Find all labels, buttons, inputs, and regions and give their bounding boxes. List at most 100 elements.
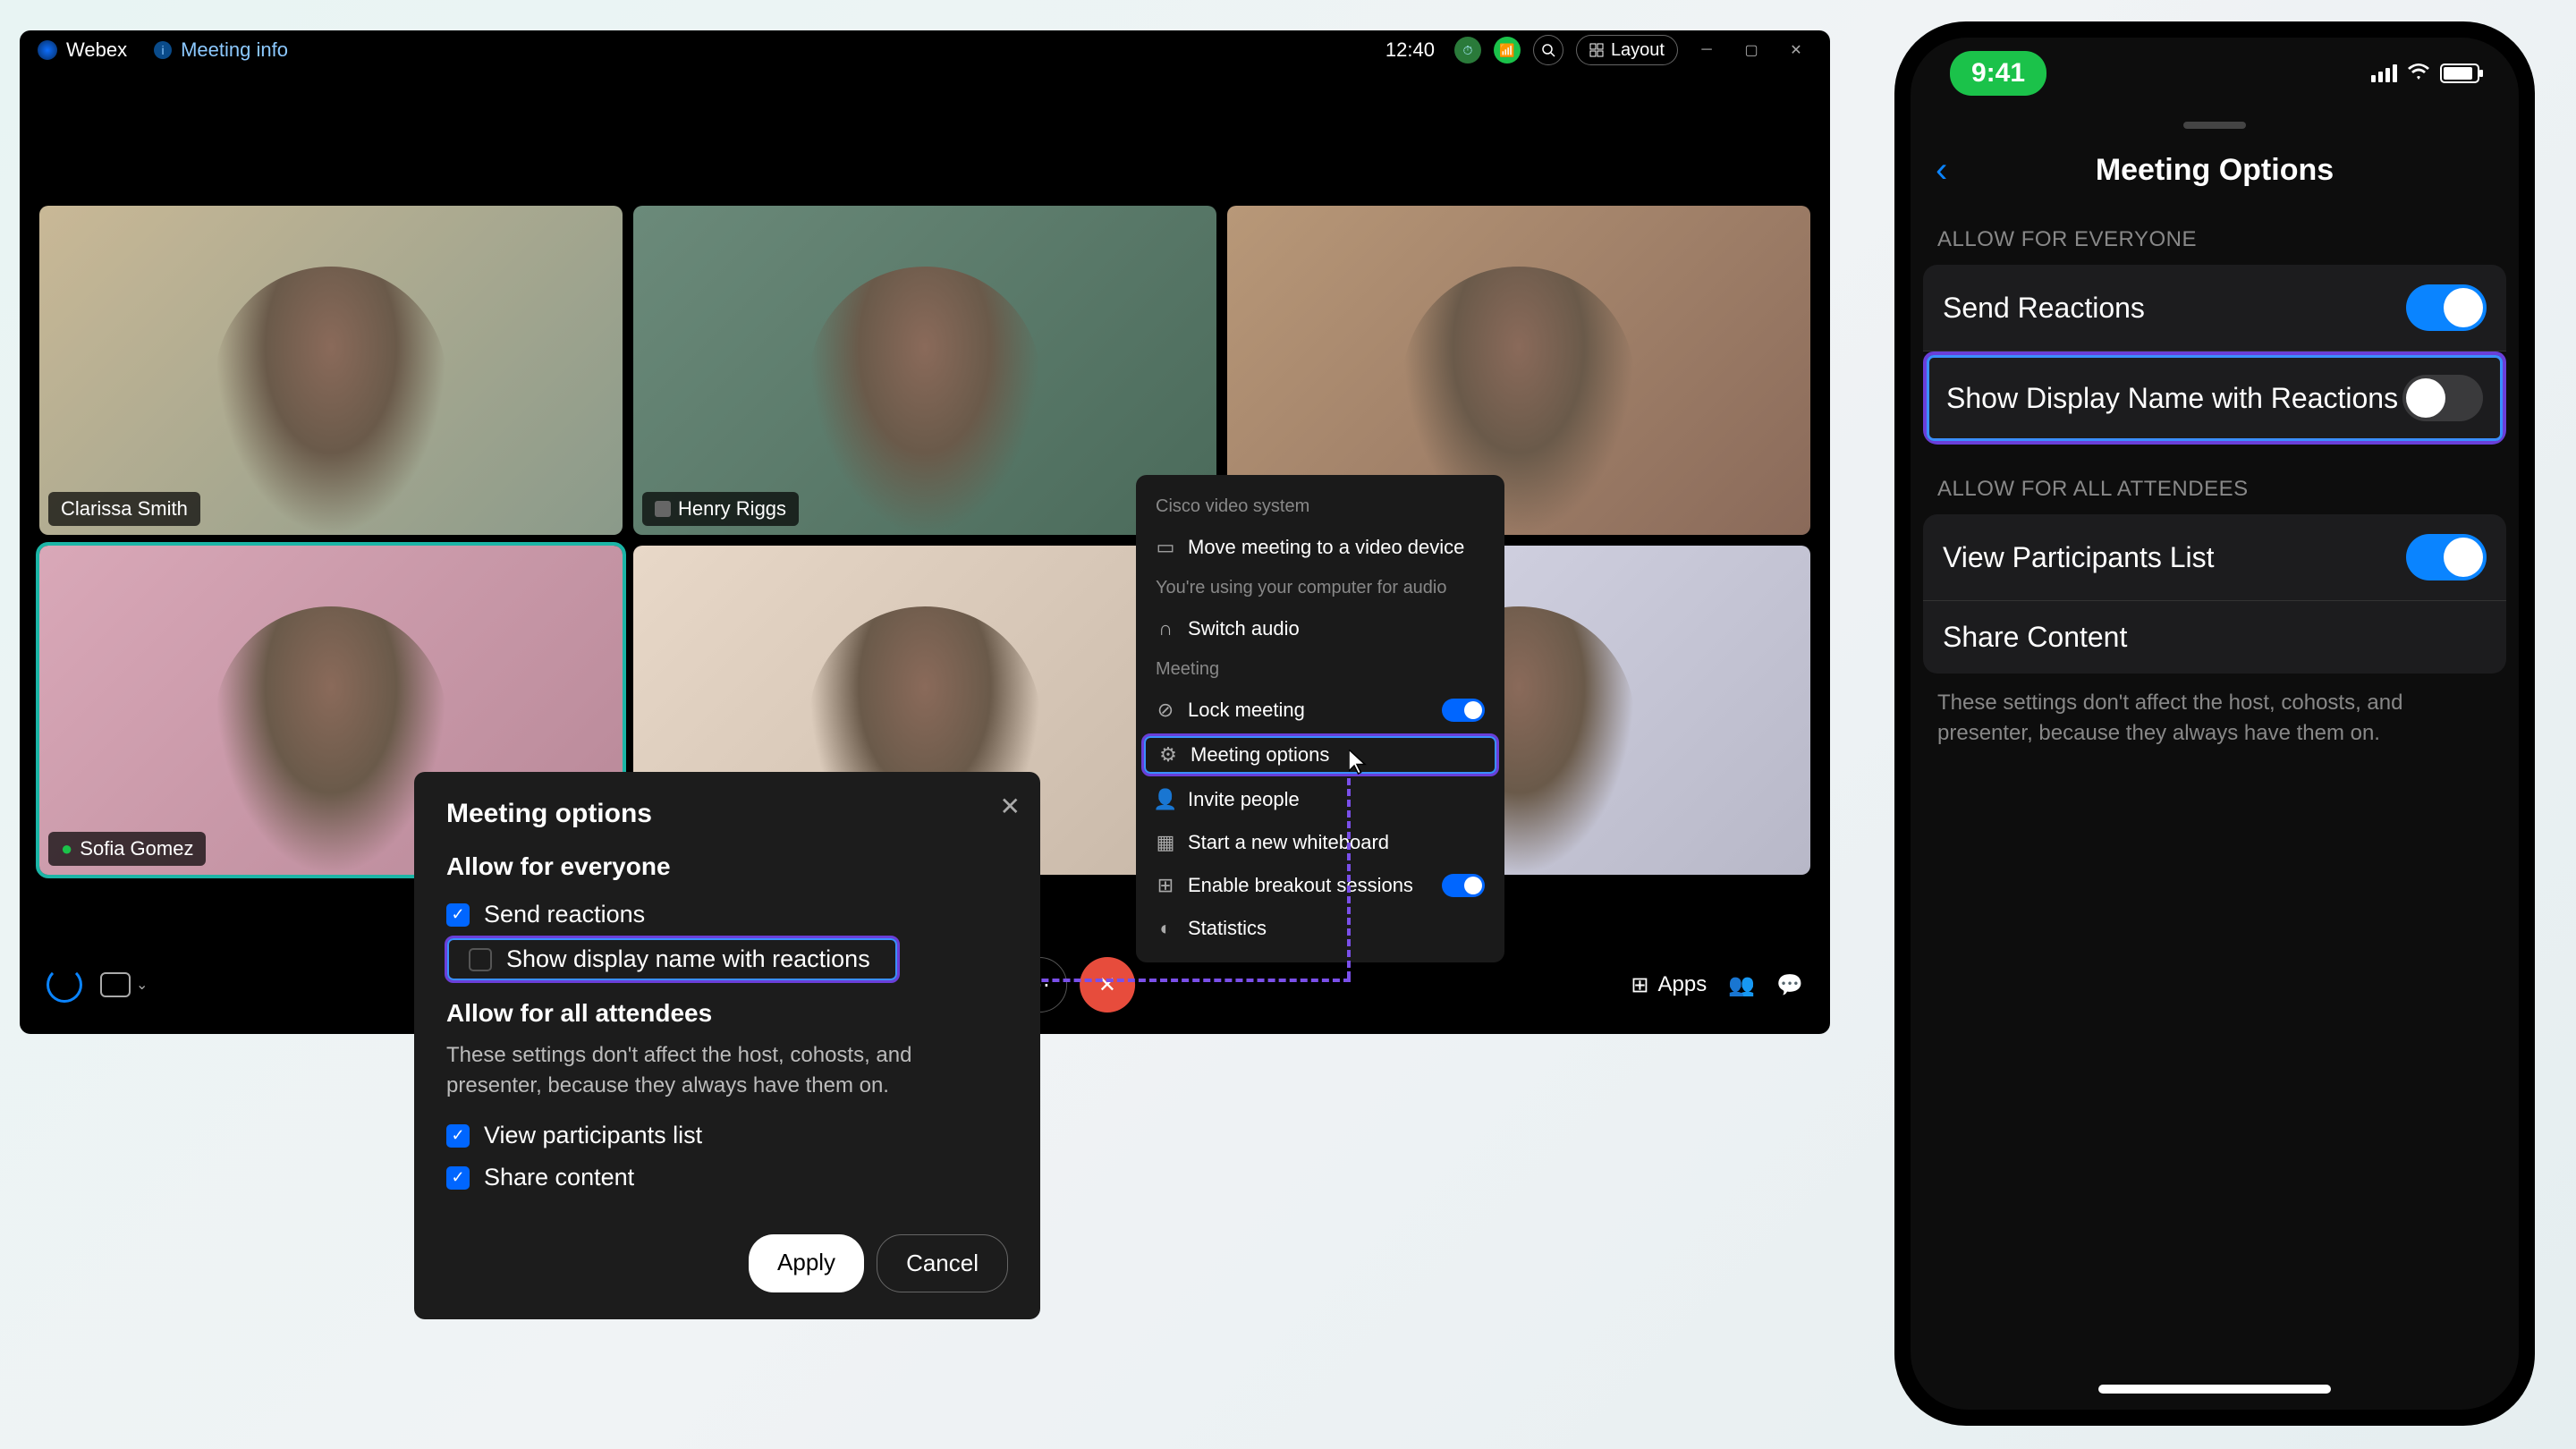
webex-brand: Webex bbox=[38, 38, 127, 62]
search-icon bbox=[1541, 43, 1555, 57]
menu-item-breakout[interactable]: ⊞ Enable breakout sessions bbox=[1136, 864, 1504, 907]
option-label: Send reactions bbox=[484, 901, 645, 928]
meeting-options-dialog: ✕ Meeting options Allow for everyone ✓ S… bbox=[414, 772, 1040, 1319]
lock-toggle[interactable] bbox=[1442, 699, 1485, 722]
dialog-close-button[interactable]: ✕ bbox=[1000, 792, 1021, 821]
menu-label: Move meeting to a video device bbox=[1188, 536, 1464, 559]
status-time-pill[interactable]: 9:41 bbox=[1950, 51, 2046, 96]
option-label: Show display name with reactions bbox=[506, 945, 870, 973]
gear-icon: ⚙ bbox=[1158, 745, 1178, 765]
participant-name-badge: Clarissa Smith bbox=[48, 492, 200, 526]
annotation-connector bbox=[1347, 778, 1351, 979]
wifi-icon bbox=[2406, 60, 2431, 88]
checkbox[interactable]: ✓ bbox=[446, 903, 470, 927]
option-view-participants[interactable]: ✓ View participants list bbox=[446, 1114, 1008, 1157]
mobile-footnote: These settings don't affect the host, co… bbox=[1911, 674, 2519, 762]
signal-icon bbox=[2371, 64, 2397, 82]
mobile-section-header: ALLOW FOR ALL ATTENDEES bbox=[1911, 445, 2519, 514]
chat-button[interactable]: ⌄ bbox=[100, 972, 148, 997]
self-view-indicator[interactable] bbox=[47, 967, 82, 1003]
close-icon: ✕ bbox=[1098, 972, 1116, 998]
participant-name-badge: Henry Riggs bbox=[642, 492, 799, 526]
clock: 12:40 bbox=[1385, 38, 1435, 62]
video-tile[interactable]: Henry Riggs bbox=[633, 206, 1216, 535]
speech-icon: 💬 bbox=[1776, 973, 1803, 997]
breakout-toggle[interactable] bbox=[1442, 874, 1485, 897]
section-description: These settings don't affect the host, co… bbox=[446, 1040, 1008, 1100]
menu-label: Enable breakout sessions bbox=[1188, 874, 1413, 897]
participants-button[interactable]: 👥 bbox=[1728, 972, 1755, 998]
stats-icon: ◐ bbox=[1156, 919, 1175, 938]
mobile-option-label: Share Content bbox=[1943, 621, 2127, 654]
menu-label: Switch audio bbox=[1188, 617, 1300, 640]
lock-icon: ⊘ bbox=[1156, 700, 1175, 720]
option-show-display-name[interactable]: Show display name with reactions bbox=[445, 936, 900, 983]
option-share-content[interactable]: ✓ Share content bbox=[446, 1157, 1008, 1199]
layout-label: Layout bbox=[1611, 40, 1665, 61]
participant-name: Henry Riggs bbox=[678, 497, 786, 521]
mobile-option-label: Show Display Name with Reactions bbox=[1946, 382, 2398, 415]
meeting-info-link[interactable]: i Meeting info bbox=[154, 38, 288, 62]
menu-item-invite-people[interactable]: 👤 Invite people bbox=[1136, 778, 1504, 821]
mobile-option-view-participants[interactable]: View Participants List bbox=[1923, 514, 2506, 601]
mobile-options-list: View Participants List Share Content bbox=[1923, 514, 2506, 674]
status-bar: 9:41 bbox=[1911, 38, 2519, 109]
menu-item-lock-meeting[interactable]: ⊘ Lock meeting bbox=[1136, 689, 1504, 732]
search-button[interactable] bbox=[1533, 35, 1563, 65]
menu-item-switch-audio[interactable]: ∩ Switch audio bbox=[1136, 607, 1504, 650]
checkbox[interactable]: ✓ bbox=[446, 1124, 470, 1148]
menu-item-statistics[interactable]: ◐ Statistics bbox=[1136, 907, 1504, 950]
participant-name: Sofia Gomez bbox=[80, 837, 193, 860]
status-indicator-1[interactable]: ⏱ bbox=[1454, 37, 1481, 64]
mobile-option-share-content[interactable]: Share Content bbox=[1923, 601, 2506, 674]
sheet-grabber[interactable] bbox=[2183, 122, 2246, 129]
apply-button[interactable]: Apply bbox=[749, 1234, 864, 1292]
participant-name-badge: ● Sofia Gomez bbox=[48, 832, 206, 866]
maximize-button[interactable]: ▢ bbox=[1735, 34, 1767, 66]
layout-button[interactable]: Layout bbox=[1576, 35, 1678, 65]
status-indicator-2[interactable]: 📶 bbox=[1494, 37, 1521, 64]
section-title: Allow for everyone bbox=[446, 852, 1008, 881]
breakout-icon: ⊞ bbox=[1156, 876, 1175, 895]
checkbox[interactable] bbox=[469, 948, 492, 971]
menu-item-move-device[interactable]: ▭ Move meeting to a video device bbox=[1136, 526, 1504, 569]
menu-label: Start a new whiteboard bbox=[1188, 831, 1389, 854]
checkbox[interactable]: ✓ bbox=[446, 1166, 470, 1190]
dialog-title: Meeting options bbox=[446, 799, 1008, 829]
home-indicator[interactable] bbox=[2098, 1385, 2331, 1394]
participant-name: Clarissa Smith bbox=[61, 497, 188, 521]
person-plus-icon: 👤 bbox=[1156, 790, 1175, 809]
cancel-button[interactable]: Cancel bbox=[877, 1234, 1008, 1292]
mobile-option-show-display-name[interactable]: Show Display Name with Reactions bbox=[1923, 352, 2506, 445]
mute-icon bbox=[655, 501, 671, 517]
video-tile[interactable]: Clarissa Smith bbox=[39, 206, 623, 535]
menu-label: Statistics bbox=[1188, 917, 1267, 940]
option-label: Share content bbox=[484, 1164, 634, 1191]
menu-item-whiteboard[interactable]: ▦ Start a new whiteboard bbox=[1136, 821, 1504, 864]
panel-chat-button[interactable]: 💬 bbox=[1776, 972, 1803, 998]
apps-button[interactable]: ⊞ Apps bbox=[1631, 972, 1707, 998]
toggle-show-display-name[interactable] bbox=[2402, 375, 2483, 421]
headset-icon: ∩ bbox=[1156, 619, 1175, 639]
menu-item-meeting-options[interactable]: ⚙ Meeting options bbox=[1141, 733, 1499, 776]
option-send-reactions[interactable]: ✓ Send reactions bbox=[446, 894, 1008, 936]
mobile-nav-bar: ‹ Meeting Options bbox=[1911, 145, 2519, 195]
mobile-option-send-reactions[interactable]: Send Reactions bbox=[1923, 265, 2506, 352]
menu-section-header: Meeting bbox=[1136, 650, 1504, 689]
minimize-button[interactable]: ─ bbox=[1690, 34, 1723, 66]
toggle-send-reactions[interactable] bbox=[2406, 284, 2487, 331]
titlebar: Webex i Meeting info 12:40 ⏱ 📶 Layout ─ … bbox=[20, 30, 1830, 70]
info-icon: i bbox=[154, 41, 172, 59]
apps-label: Apps bbox=[1658, 972, 1707, 997]
apps-grid-icon: ⊞ bbox=[1631, 972, 1648, 998]
close-button[interactable]: ✕ bbox=[1780, 34, 1812, 66]
mobile-option-label: View Participants List bbox=[1943, 541, 2215, 574]
menu-label: Meeting options bbox=[1191, 743, 1329, 767]
mobile-device-frame: 9:41 ‹ Meeting Options ALLOW FOR EVERYON… bbox=[1894, 21, 2535, 1426]
mobile-options-list: Send Reactions Show Display Name with Re… bbox=[1923, 265, 2506, 445]
webex-logo-icon bbox=[38, 40, 57, 60]
toggle-view-participants[interactable] bbox=[2406, 534, 2487, 580]
back-button[interactable]: ‹ bbox=[1936, 150, 1947, 191]
mobile-screen: 9:41 ‹ Meeting Options ALLOW FOR EVERYON… bbox=[1911, 38, 2519, 1410]
leave-button[interactable]: ✕ bbox=[1080, 957, 1135, 1013]
